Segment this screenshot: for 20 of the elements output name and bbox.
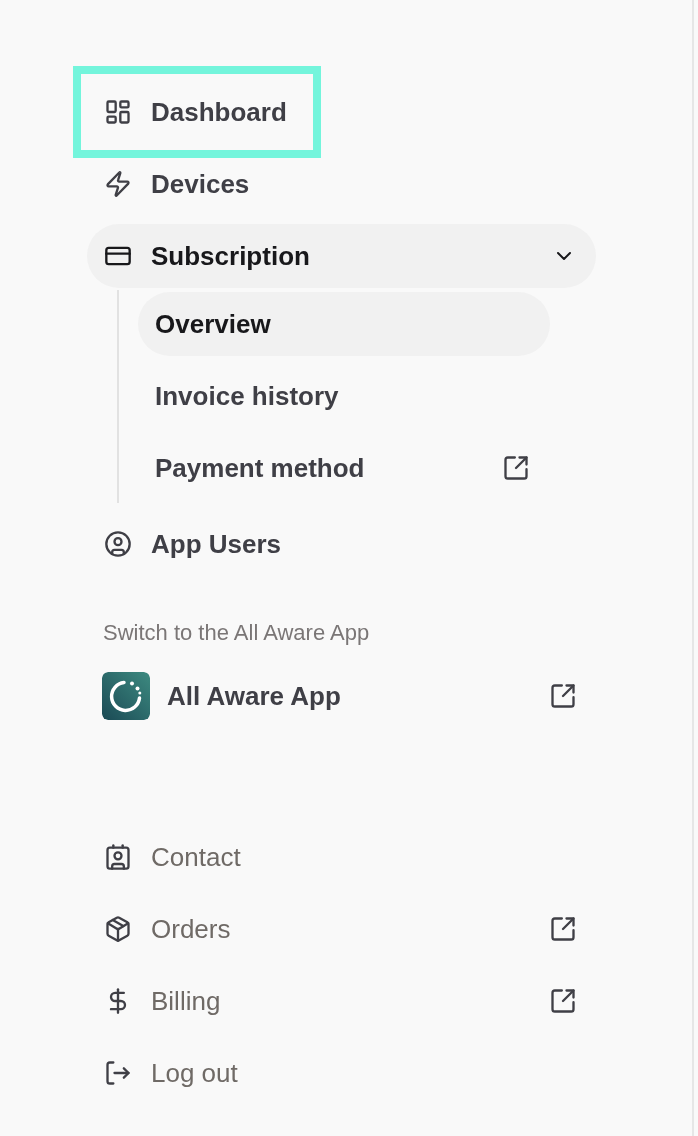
user-circle-icon <box>104 530 132 558</box>
sub-nav-item[interactable]: Invoice history <box>138 364 550 428</box>
nav-item[interactable]: Billing <box>87 969 596 1033</box>
section-heading: Switch to the All Aware App <box>103 619 371 647</box>
box-icon <box>104 915 132 943</box>
lightning-icon <box>104 170 132 198</box>
nav-item[interactable]: Log out <box>87 1041 596 1105</box>
logout-icon <box>104 1059 132 1087</box>
nav-item[interactable]: Orders <box>87 897 596 961</box>
grid-icon <box>104 98 132 126</box>
nav-item[interactable]: Devices <box>87 152 596 216</box>
nav-item[interactable]: Contact <box>87 825 596 889</box>
sub-nav-item[interactable]: Overview <box>138 292 550 356</box>
app-logo-icon <box>102 672 150 720</box>
nav-item[interactable]: Dashboard <box>87 80 307 144</box>
sub-nav-item[interactable]: Payment method <box>138 436 550 500</box>
app-switch-link[interactable]: All Aware App <box>87 672 596 720</box>
nav-item[interactable]: App Users <box>87 512 596 576</box>
contact-card-icon <box>104 843 132 871</box>
nav-item[interactable]: Subscription <box>87 224 596 288</box>
